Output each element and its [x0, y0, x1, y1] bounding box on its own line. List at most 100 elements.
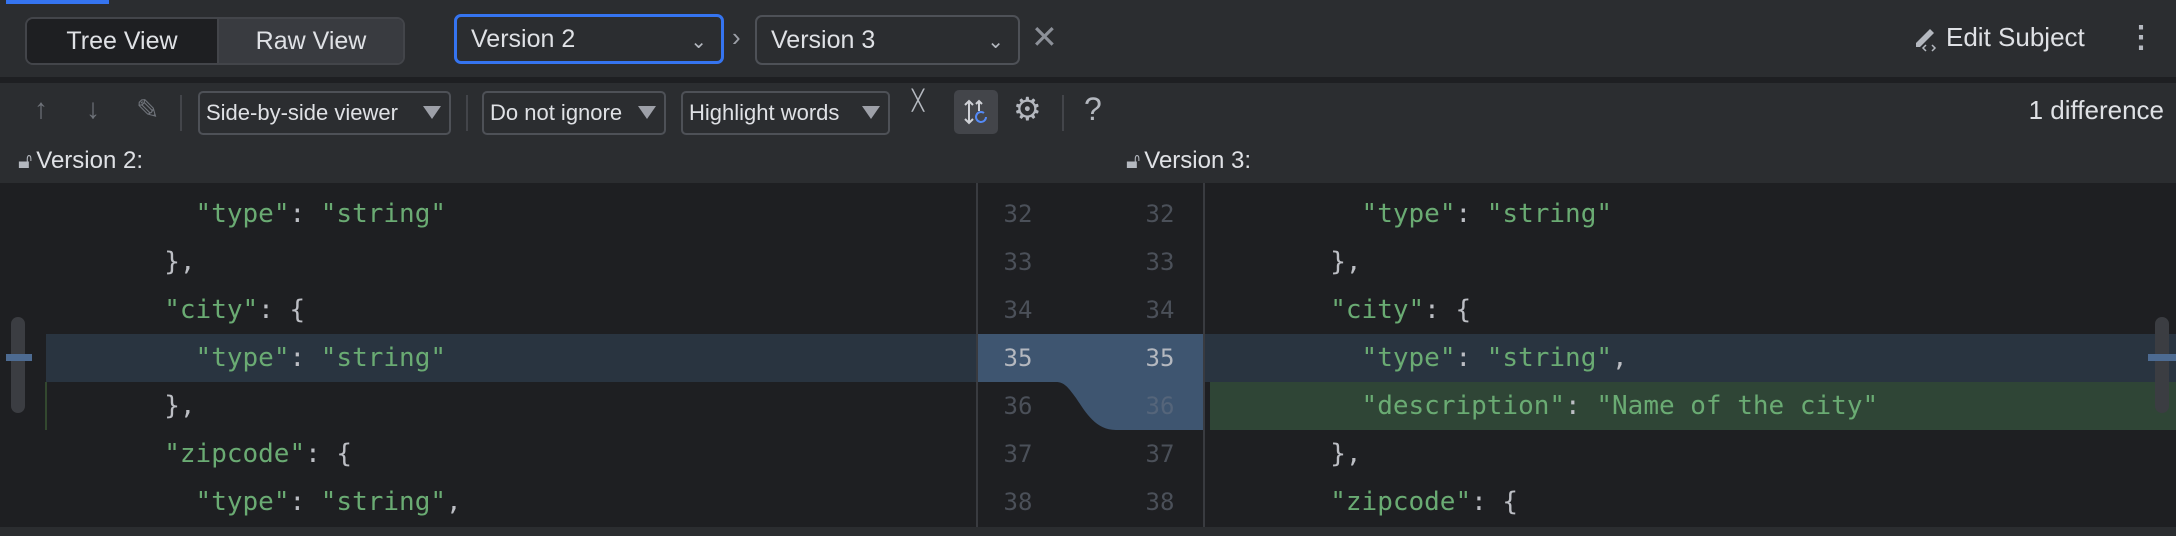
highlight-mode-select[interactable]: Highlight words — [681, 91, 890, 135]
active-tab-indicator — [6, 0, 109, 4]
collapse-unchanged-icon[interactable]: ╳ — [912, 91, 924, 111]
right-version-dropdown[interactable]: Version 3 ⌄ — [755, 15, 1020, 65]
edit-subject-button[interactable]: Edit Subject — [1912, 22, 2085, 53]
edit-subject-label: Edit Subject — [1946, 22, 2085, 52]
viewer-mode-select[interactable]: Side-by-side viewer — [198, 91, 451, 135]
separator — [180, 95, 182, 131]
left-diff-marker — [6, 354, 32, 361]
punctuation-token — [39, 439, 164, 469]
left-version-label: Version 2 — [471, 24, 576, 53]
right-code-line: }, — [1205, 430, 1362, 478]
right-line-number: 35 — [1145, 344, 1175, 372]
right-line-number: 32 — [1145, 200, 1175, 228]
chevron-down-icon: ⌄ — [987, 31, 1004, 53]
punctuation-token: : — [289, 199, 321, 229]
string-token: "string" — [320, 343, 447, 373]
left-code-line: "type": "string", — [39, 478, 462, 526]
left-code-line: }, — [39, 382, 196, 430]
right-diff-marker — [2148, 354, 2176, 361]
viewer-mode-label: Side-by-side viewer — [206, 100, 398, 125]
bottom-bar — [0, 527, 2176, 536]
punctuation-token: : { — [258, 295, 306, 325]
punctuation-token: }, — [1205, 247, 1362, 277]
top-bar: Tree View Raw View Version 2 ⌄ › Version… — [0, 0, 2176, 80]
string-token: "type" — [1361, 343, 1456, 373]
left-code-line: }, — [39, 238, 196, 286]
string-token: "city" — [1330, 295, 1425, 325]
string-token: "type" — [195, 199, 290, 229]
string-token: "zipcode" — [1330, 487, 1472, 517]
left-code-line: "zipcode": { — [39, 430, 352, 478]
whitespace-ignore-select[interactable]: Do not ignore — [482, 91, 666, 135]
punctuation-token — [1205, 295, 1330, 325]
string-token: "string" — [320, 199, 447, 229]
string-token: "string" — [1486, 343, 1613, 373]
sync-scroll-toggle[interactable] — [954, 90, 998, 134]
punctuation-token — [39, 343, 196, 373]
punctuation-token — [1205, 391, 1362, 421]
previous-difference-icon[interactable]: ↑ — [34, 93, 48, 125]
left-line-number: 34 — [1003, 296, 1033, 324]
more-options-icon[interactable]: ⋮ — [2126, 20, 2156, 55]
string-token: "type" — [195, 487, 290, 517]
right-editor-title: 🔓︎ Version 3: — [1126, 147, 1251, 175]
lock-icon: 🔓︎ — [1126, 148, 1141, 173]
right-line-number: 33 — [1145, 248, 1175, 276]
right-line-number: 34 — [1145, 296, 1175, 324]
left-scrollbar[interactable] — [11, 317, 25, 413]
settings-gear-icon[interactable]: ⚙ — [1013, 90, 1042, 128]
punctuation-token: }, — [39, 247, 196, 277]
punctuation-token: : — [1455, 343, 1487, 373]
right-line-number: 37 — [1145, 440, 1175, 468]
raw-view-button[interactable]: Raw View — [217, 19, 403, 63]
punctuation-token: : { — [305, 439, 353, 469]
punctuation-token: , — [1612, 343, 1628, 373]
string-token: "description" — [1361, 391, 1566, 421]
right-code-line: "type": "string" — [1205, 190, 1612, 238]
difference-count: 1 difference — [2028, 95, 2164, 125]
punctuation-token: }, — [39, 391, 196, 421]
lock-icon: 🔓︎ — [18, 148, 33, 173]
left-line-number: 35 — [1003, 344, 1033, 372]
punctuation-token — [39, 199, 196, 229]
ignore-label: Do not ignore — [490, 100, 623, 125]
string-token: "string" — [1486, 199, 1613, 229]
chevron-right-icon: › — [732, 22, 741, 52]
separator — [1062, 95, 1064, 131]
left-version-dropdown[interactable]: Version 2 ⌄ — [454, 14, 724, 64]
punctuation-token: : — [1565, 391, 1597, 421]
left-line-number: 32 — [1003, 200, 1033, 228]
highlight-label: Highlight words — [689, 100, 840, 125]
sync-scroll-icon — [964, 99, 987, 125]
diff-toolbar: ↑ ↓ ✎ Side-by-side viewer Do not ignore … — [0, 83, 2176, 139]
string-token: "type" — [195, 343, 290, 373]
tree-view-button[interactable]: Tree View — [27, 19, 217, 63]
string-token: "zipcode" — [164, 439, 306, 469]
string-token: "Name of the city" — [1596, 391, 1879, 421]
right-title-label: Version 3: — [1144, 147, 1251, 174]
punctuation-token — [1205, 487, 1330, 517]
right-code-line: "zipcode": { — [1205, 478, 1518, 526]
view-toggle: Tree View Raw View — [25, 17, 405, 65]
left-line-number: 36 — [1003, 392, 1033, 420]
punctuation-token: : { — [1424, 295, 1472, 325]
punctuation-token: }, — [1205, 439, 1362, 469]
punctuation-token: : { — [1471, 487, 1519, 517]
right-scrollbar[interactable] — [2155, 317, 2169, 413]
right-code-line: "city": { — [1205, 286, 1471, 334]
left-title-label: Version 2: — [36, 147, 143, 174]
close-compare-icon[interactable]: ✕ — [1031, 18, 1058, 56]
dropdown-arrow-icon — [862, 106, 880, 119]
edit-code-icon — [1916, 28, 1937, 52]
editor-headers: 🔓︎ Version 2: 🔓︎ Version 3: — [0, 139, 2176, 183]
punctuation-token: : — [289, 487, 321, 517]
edit-pencil-icon[interactable]: ✎ — [136, 93, 159, 126]
punctuation-token — [1205, 199, 1362, 229]
help-button[interactable]: ? — [1084, 91, 1102, 128]
string-token: "string" — [320, 487, 447, 517]
right-line-number: 36 — [1145, 392, 1175, 420]
dropdown-arrow-icon — [638, 106, 656, 119]
punctuation-token — [39, 295, 164, 325]
string-token: "city" — [164, 295, 259, 325]
next-difference-icon[interactable]: ↓ — [86, 93, 100, 125]
